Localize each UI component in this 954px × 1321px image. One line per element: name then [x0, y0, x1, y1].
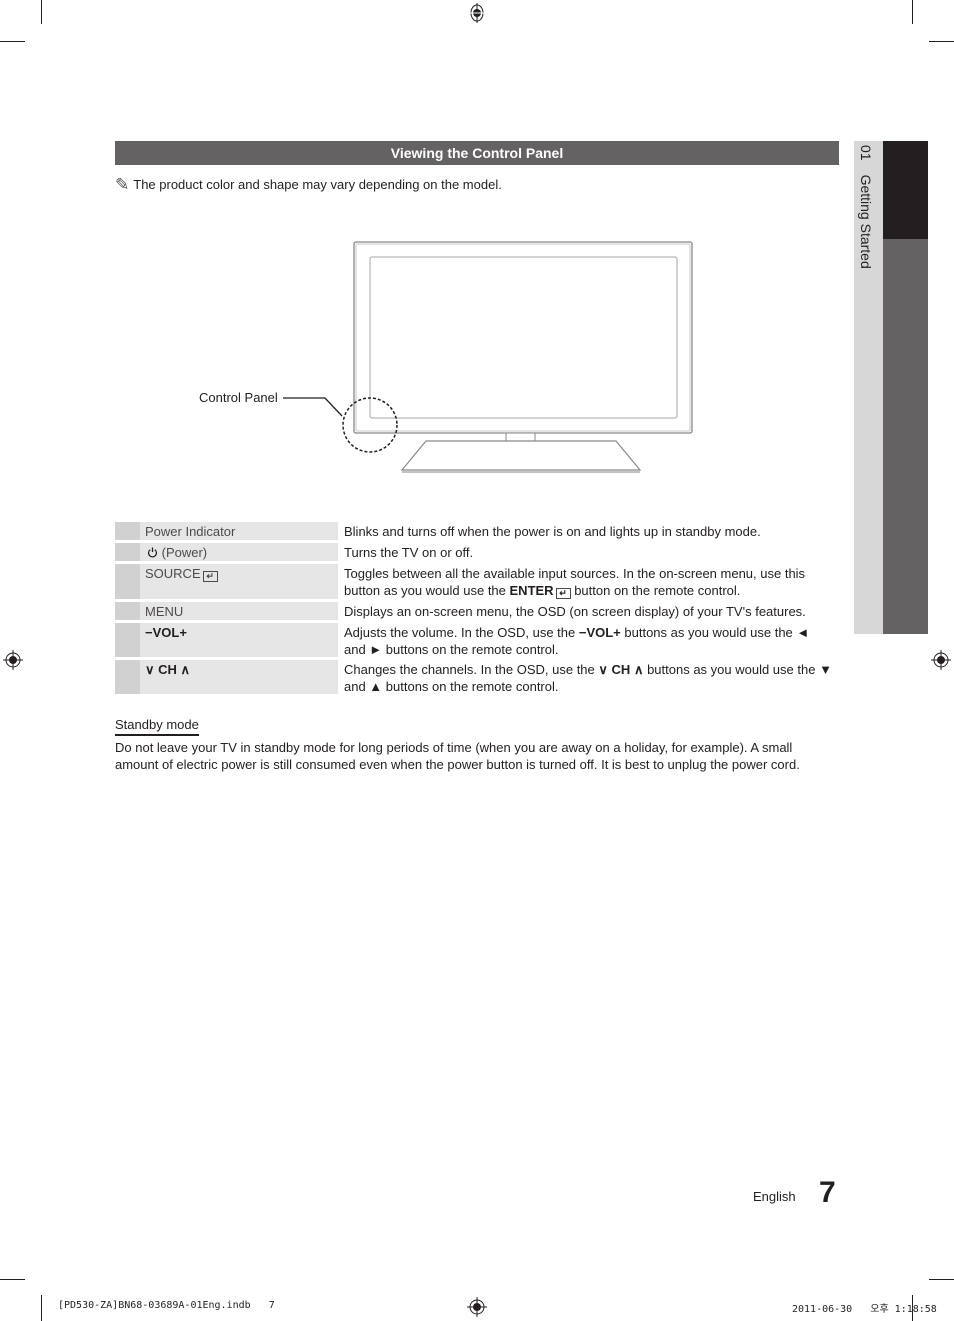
standby-paragraph: Do not leave your TV in standby mode for… [115, 740, 800, 772]
table-row-volume: −VOL+ Adjusts the volume. In the OSD, us… [115, 623, 839, 657]
table-row-power: (Power) Turns the TV on or off. [115, 543, 839, 561]
row-marker [115, 564, 140, 599]
chevron-down-icon: ∨ [145, 662, 155, 677]
control-name: SOURCE ↵ [140, 564, 338, 599]
table-row-menu: MENU Displays an on-screen menu, the OSD… [115, 602, 839, 620]
control-panel-callout: Control Panel [199, 390, 278, 405]
control-name: MENU [140, 602, 338, 620]
footer-language: English [753, 1189, 796, 1204]
section-title: Viewing the Control Panel [115, 141, 839, 165]
chevron-up-icon: ∧ [180, 662, 191, 677]
crop-mark [0, 1279, 25, 1280]
crop-mark [41, 1295, 42, 1321]
chapter-number: 01 [858, 145, 874, 161]
row-marker [115, 660, 140, 694]
chapter-title: Getting Started [858, 174, 874, 269]
tv-screen [369, 256, 678, 419]
control-description: Changes the channels. In the OSD, use th… [338, 660, 839, 694]
table-row-channel: ∨ CH ∧ Changes the channels. In the OSD,… [115, 660, 839, 694]
model-note: ✎ The product color and shape may vary d… [115, 176, 502, 193]
control-name: Power Indicator [140, 522, 338, 540]
control-name: (Power) [140, 543, 338, 561]
chapter-label: 01 Getting Started [858, 145, 874, 269]
registration-mark-icon [467, 1297, 487, 1317]
crop-mark [929, 41, 954, 42]
print-slug-file: [PD530-ZA]BN68-03689A-01Eng.indb 7 [58, 1300, 275, 1311]
enter-icon: ↵ [555, 588, 571, 599]
registration-mark-icon [931, 650, 951, 670]
page-number: 7 [819, 1176, 836, 1209]
note-text: The product color and shape may vary dep… [133, 177, 502, 192]
crop-mark [929, 1279, 954, 1280]
row-marker [115, 522, 140, 540]
crop-mark [0, 41, 25, 42]
tv-illustration [283, 241, 693, 473]
registration-mark-icon [469, 3, 485, 23]
chapter-tab-inactive [883, 239, 928, 634]
control-panel-table: Power Indicator Blinks and turns off whe… [115, 522, 839, 697]
control-description: Displays an on-screen menu, the OSD (on … [338, 602, 839, 620]
crop-mark [41, 0, 42, 24]
chapter-tab-active [883, 141, 928, 239]
control-description: Toggles between all the available input … [338, 564, 839, 599]
chevron-down-icon: ∨ [598, 662, 608, 677]
enter-icon: ↵ [202, 571, 218, 582]
callout-leader-line [283, 397, 343, 417]
tv-stand-base [400, 440, 642, 471]
control-description: Adjusts the volume. In the OSD, use the … [338, 623, 839, 657]
print-slug-timestamp: 2011-06-30 오후 1:18:58 [792, 1304, 937, 1315]
row-marker [115, 623, 140, 657]
registration-mark-icon [3, 650, 23, 670]
control-name: ∨ CH ∧ [140, 660, 338, 694]
control-description: Blinks and turns off when the power is o… [338, 522, 839, 540]
power-icon [147, 545, 158, 558]
row-marker [115, 602, 140, 620]
table-row-source: SOURCE ↵ Toggles between all the availabl… [115, 564, 839, 599]
pencil-note-icon: ✎ [115, 175, 130, 194]
standby-heading: Standby mode [115, 717, 199, 736]
table-row-power-indicator: Power Indicator Blinks and turns off whe… [115, 522, 839, 540]
tv-diagram: Control Panel [190, 230, 710, 490]
row-marker [115, 543, 140, 561]
crop-mark [912, 0, 913, 24]
control-name: −VOL+ [140, 623, 338, 657]
control-description: Turns the TV on or off. [338, 543, 839, 561]
